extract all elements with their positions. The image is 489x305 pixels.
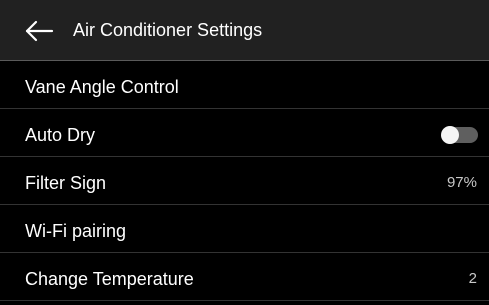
app-header: Air Conditioner Settings [0,0,489,61]
change-temperature-value: 2 [468,270,477,287]
toggle-knob [441,126,459,144]
vane-angle-control-item[interactable]: Vane Angle Control [0,61,489,109]
auto-dry-toggle[interactable] [441,126,478,144]
filter-sign-label: Filter Sign [25,173,107,193]
change-temperature-label: Change Temperature [25,269,194,289]
auto-dry-label: Auto Dry [25,125,96,145]
vane-angle-control-label: Vane Angle Control [25,77,179,97]
filter-sign-value: 97% [446,174,477,191]
arrow-left-icon [25,20,54,42]
filter-sign-item[interactable]: Filter Sign 97% [0,157,489,205]
auto-dry-item[interactable]: Auto Dry [0,109,489,157]
page-title: Air Conditioner Settings [73,20,263,40]
settings-list: Vane Angle Control Auto Dry Filter Sign … [0,61,489,301]
back-button[interactable] [24,20,54,42]
wifi-pairing-label: Wi-Fi pairing [25,221,127,241]
change-temperature-item[interactable]: Change Temperature 2 [0,253,489,301]
wifi-pairing-item[interactable]: Wi-Fi pairing [0,205,489,253]
